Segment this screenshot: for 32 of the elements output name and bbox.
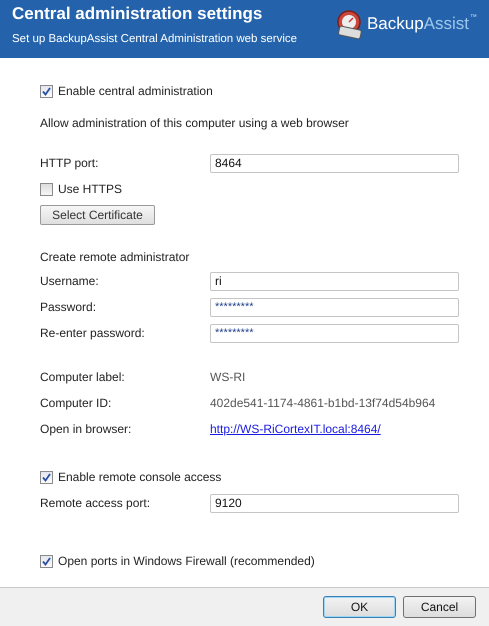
section-text: Create remote administrator xyxy=(40,250,190,264)
field-label: Username: xyxy=(40,274,100,288)
checkbox-label[interactable]: Open ports in Windows Firewall (recommended) xyxy=(58,554,315,568)
input-field[interactable]: 9120 xyxy=(210,494,459,512)
browser-link[interactable]: http://WS-RiCortexIT.local:8464/ xyxy=(210,422,381,436)
ok-button[interactable]: OK xyxy=(323,596,396,618)
checkbox-label[interactable]: Use HTTPS xyxy=(58,182,122,196)
info-label: Open in browser: xyxy=(40,422,132,436)
select-certificate-button[interactable]: Select Certificate xyxy=(40,205,155,225)
logo-text: BackupAssist$^{™}$ xyxy=(366,14,477,34)
section-text: Allow administration of this computer using a web browser xyxy=(40,116,349,130)
info-label: Computer label: xyxy=(40,370,126,384)
info-label: Computer ID: xyxy=(40,396,112,410)
checkbox[interactable] xyxy=(40,182,53,196)
checkbox[interactable] xyxy=(40,470,53,484)
field-label: Password: xyxy=(40,300,98,314)
info-value: 402de541-1174-4861-b1bd-13f74d54b964 xyxy=(210,396,436,410)
checkbox[interactable] xyxy=(40,84,53,98)
checkbox-label[interactable]: Enable central administration xyxy=(58,84,213,98)
dialog-title: Central administration settings xyxy=(12,4,264,24)
field-label: HTTP port: xyxy=(40,156,100,170)
input-field[interactable]: 8464 xyxy=(210,154,459,172)
field-label: Remote access port: xyxy=(40,496,152,510)
checkbox-label[interactable]: Enable remote console access xyxy=(58,470,222,484)
checkbox[interactable] xyxy=(40,554,53,568)
password-field[interactable]: ********* xyxy=(210,324,459,342)
cancel-button[interactable]: Cancel xyxy=(403,596,476,618)
dialog-subtitle: Set up BackupAssist Central Administration web service xyxy=(12,33,298,45)
input-field[interactable]: ri xyxy=(210,272,459,290)
field-label: Re-enter password: xyxy=(40,326,146,340)
password-field[interactable]: ********* xyxy=(210,298,459,316)
info-value: WS-RI xyxy=(210,370,246,384)
